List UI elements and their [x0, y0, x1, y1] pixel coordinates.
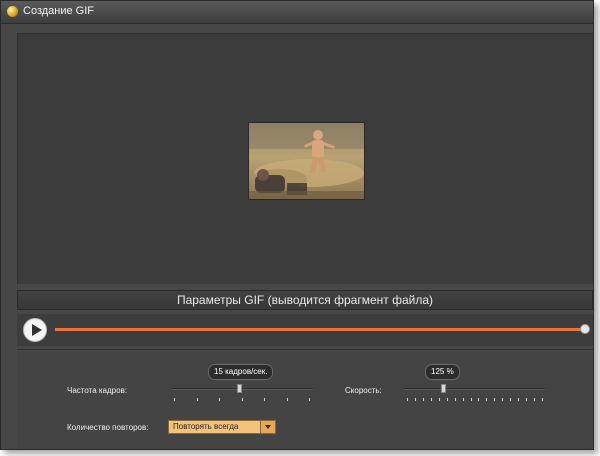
repeat-count-value: Повторять всегда	[173, 422, 239, 431]
gif-params-header: Параметры GIF (выводится фрагмент файла)	[17, 290, 593, 310]
repeat-count-select[interactable]: Повторять всегда	[168, 420, 276, 434]
play-icon	[32, 324, 42, 336]
title-bar[interactable]: Создание GIF	[1, 1, 593, 24]
speed-value-bubble: 125 %	[425, 364, 460, 380]
play-button[interactable]	[23, 318, 47, 342]
speed-ticks	[407, 398, 543, 401]
app-icon	[7, 6, 18, 17]
speed-slider-track[interactable]	[405, 388, 545, 390]
framerate-label: Частота кадров:	[67, 386, 128, 395]
window-title: Создание GIF	[23, 5, 95, 17]
framerate-ticks	[174, 398, 310, 401]
dropdown-arrow-button[interactable]	[260, 421, 275, 433]
gif-preview-image	[248, 122, 365, 200]
framerate-slider-handle[interactable]	[237, 384, 243, 393]
params-panel: Частота кадров: 15 кадров/сек. Скорость:…	[17, 349, 593, 449]
preview-area	[17, 33, 593, 284]
player-bar	[17, 314, 593, 346]
speed-slider-handle[interactable]	[440, 384, 446, 393]
speed-label: Скорость:	[345, 386, 382, 395]
timeline-track[interactable]	[55, 328, 583, 331]
timeline-handle[interactable]	[580, 324, 590, 334]
gif-creation-window: Создание GIF Параметры GIF (выводится фр…	[0, 0, 594, 450]
repeat-count-label: Количество повторов:	[67, 423, 149, 432]
framerate-value-bubble: 15 кадров/сек.	[208, 364, 274, 380]
chevron-down-icon	[265, 425, 271, 429]
